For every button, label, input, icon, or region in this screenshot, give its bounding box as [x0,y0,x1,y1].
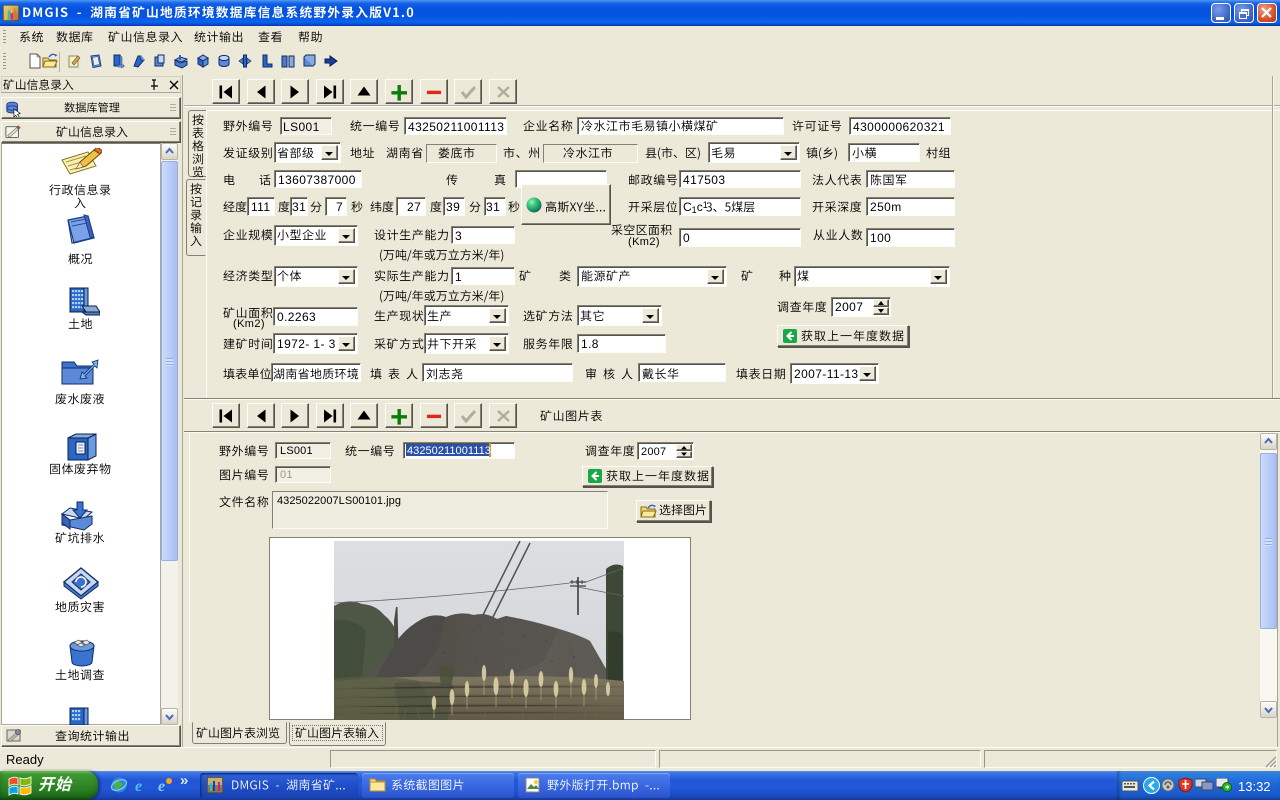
svg-text:e: e [158,778,165,794]
svg-text:e: e [135,778,142,794]
